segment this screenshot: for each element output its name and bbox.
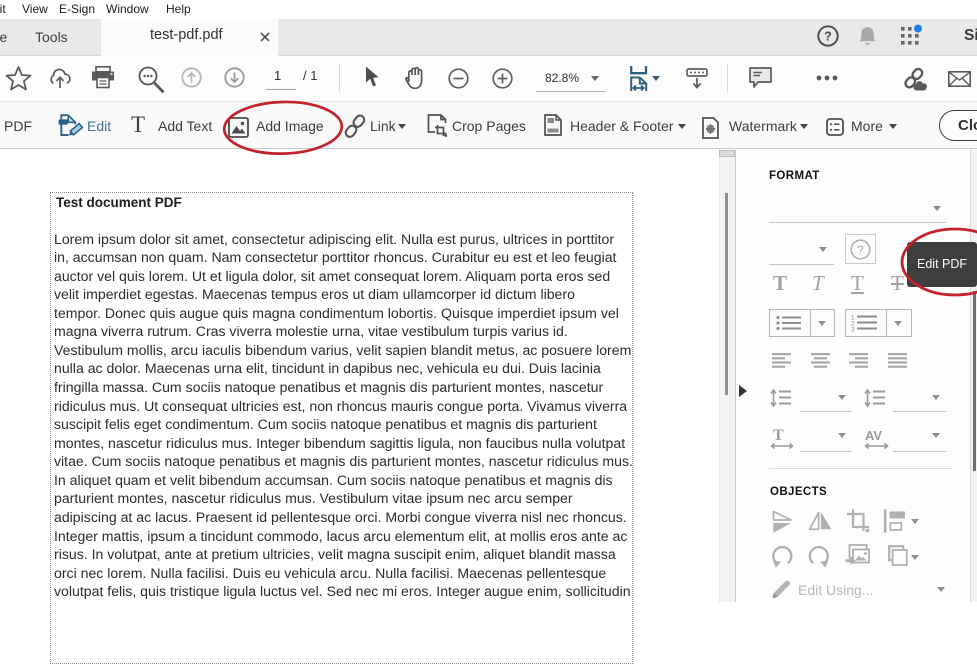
svg-text:?: ? [857, 243, 864, 257]
svg-text:3: 3 [851, 327, 855, 334]
svg-text:AV: AV [865, 428, 882, 443]
svg-text:T: T [773, 427, 784, 444]
svg-text:?: ? [824, 30, 832, 44]
